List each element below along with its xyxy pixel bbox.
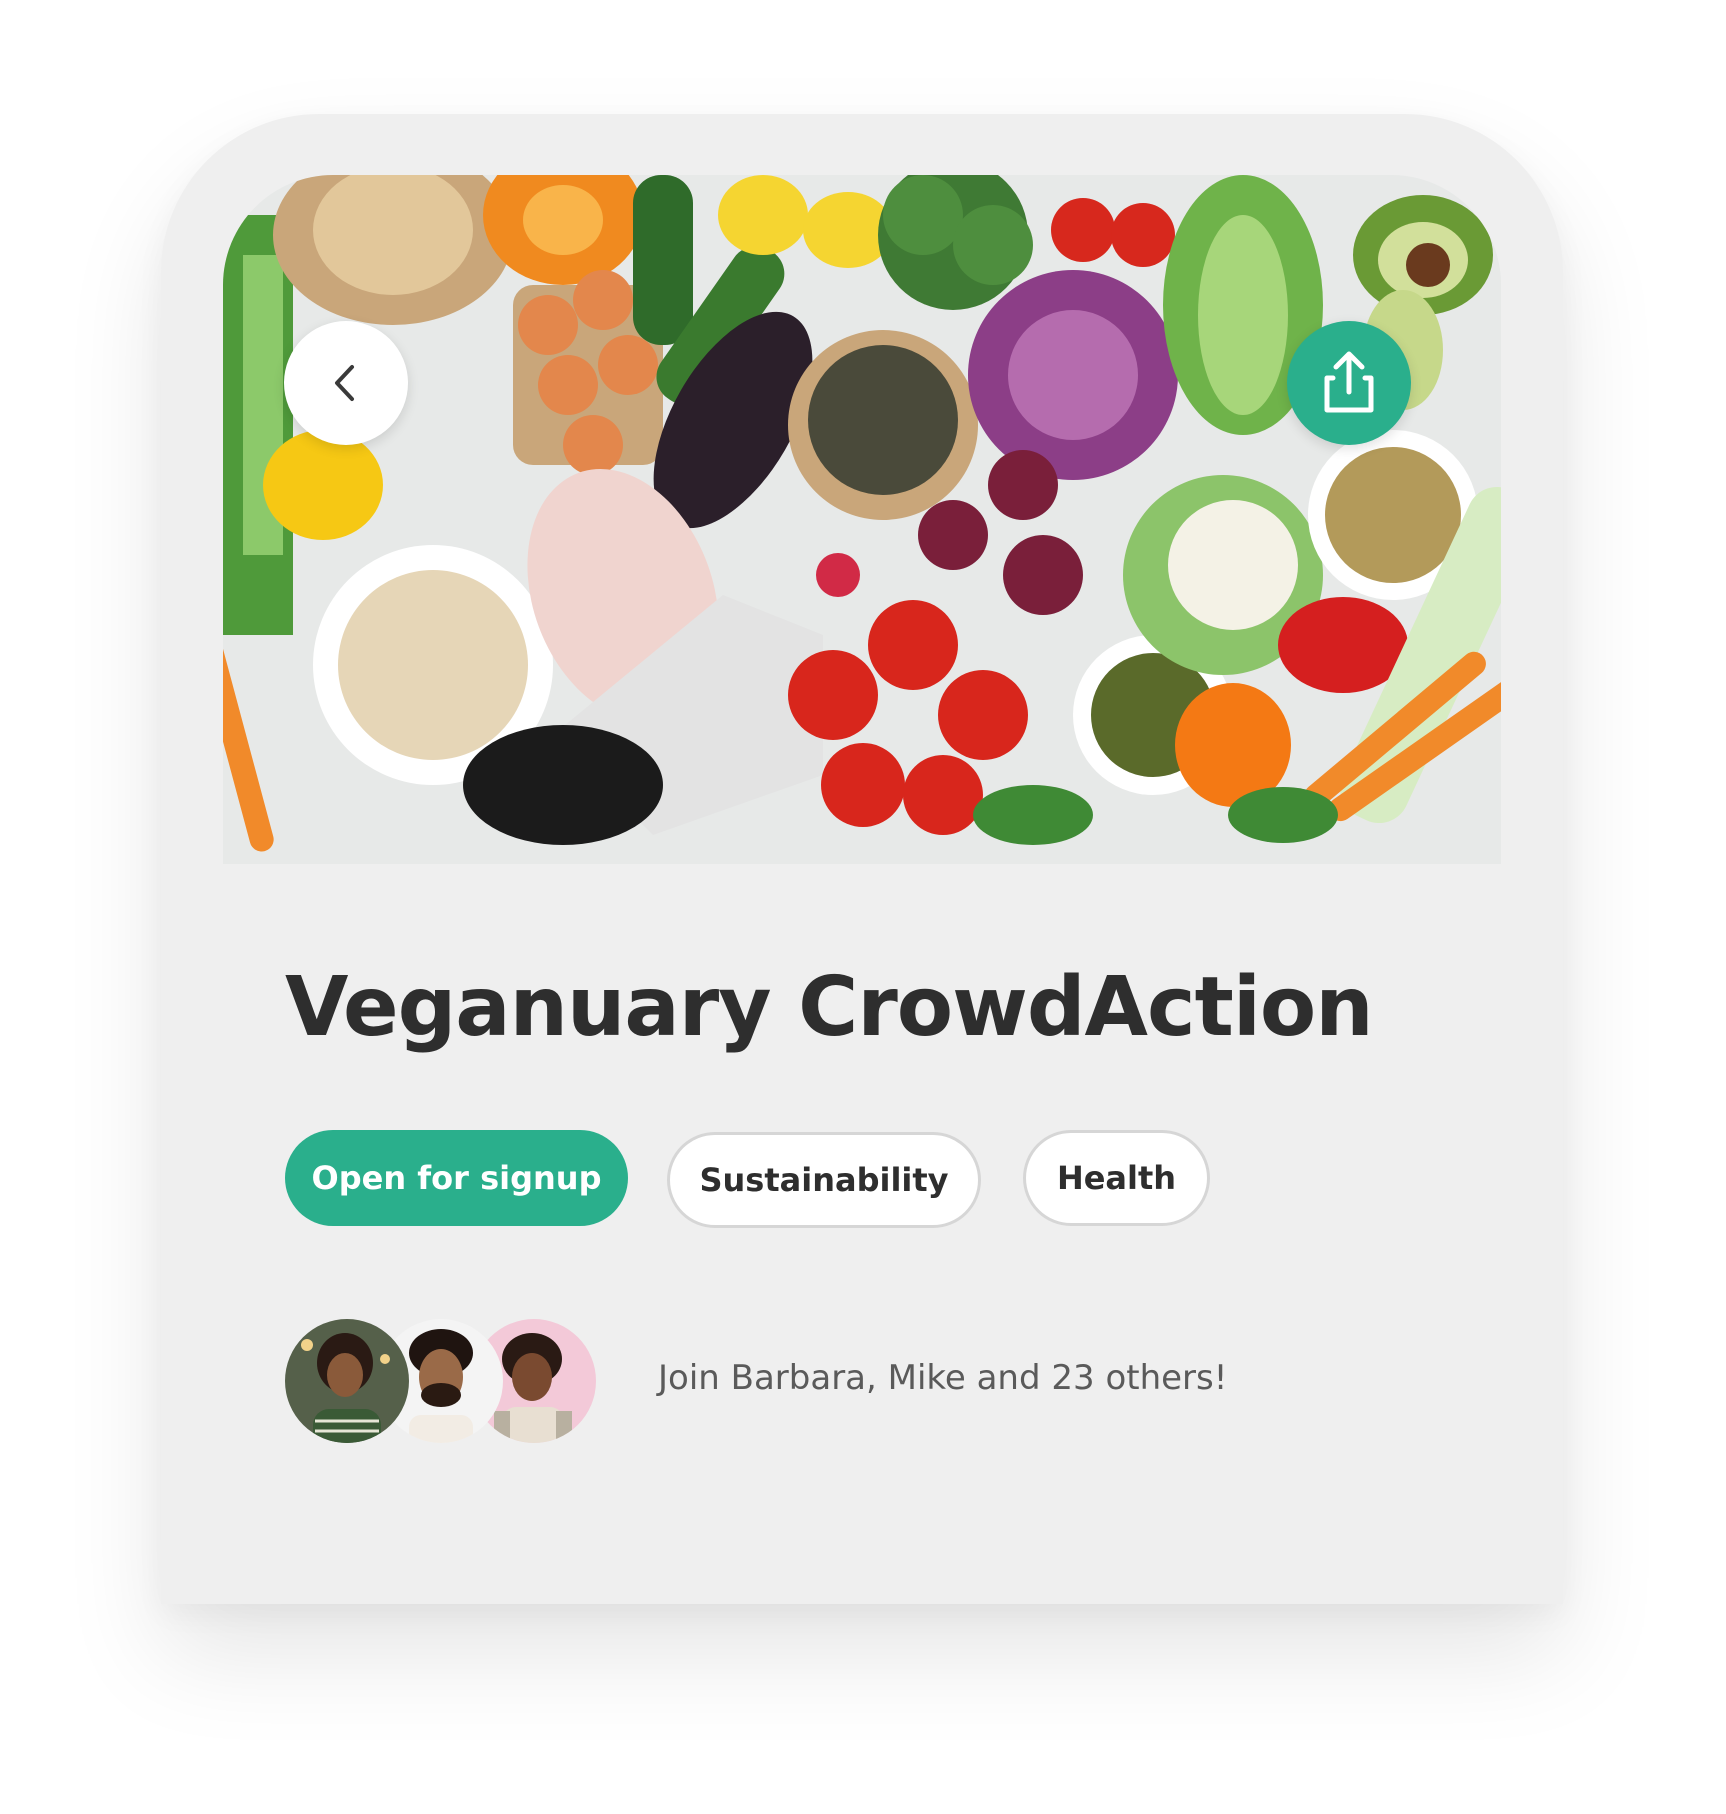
share-button[interactable] [1287,321,1411,445]
back-button[interactable] [284,321,408,445]
page-title: Veganuary CrowdAction [285,960,1374,1055]
tag-chip-health[interactable]: Health [1023,1130,1210,1226]
chevron-left-icon [335,365,354,401]
crowdaction-card: Veganuary CrowdAction Open for signup Su… [161,114,1563,1604]
vegetables-illustration [223,175,1501,864]
avatar-barbara [285,1319,409,1443]
tag-chip-sustainability[interactable]: Sustainability [667,1132,981,1228]
status-badge[interactable]: Open for signup [285,1130,628,1226]
share-icon [1324,351,1374,413]
participants-text: Join Barbara, Mike and 23 others! [658,1358,1228,1398]
hero-image [223,175,1501,864]
